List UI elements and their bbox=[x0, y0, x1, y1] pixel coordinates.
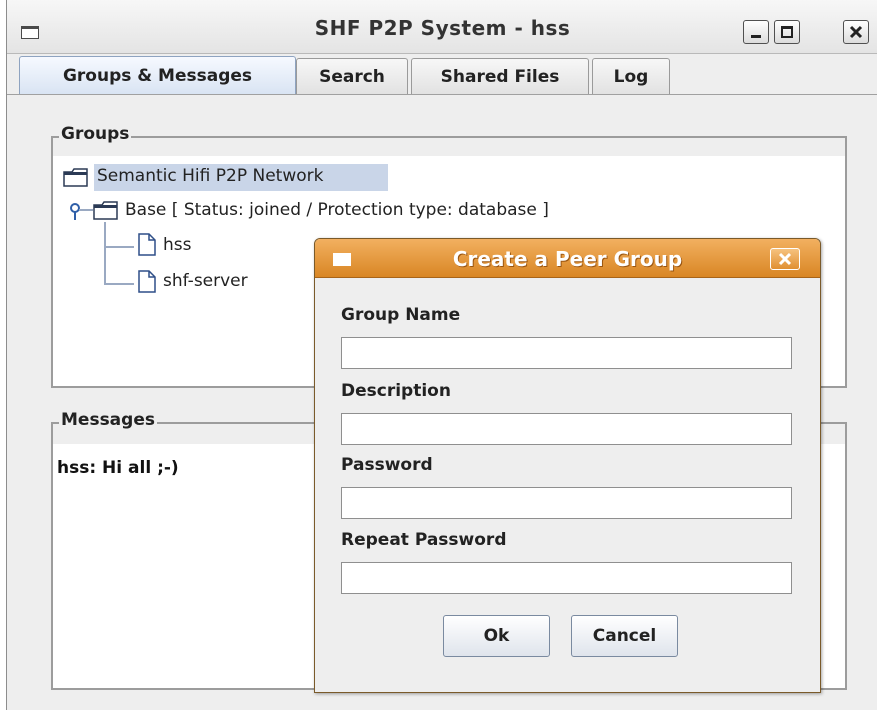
group-name-label: Group Name bbox=[341, 305, 461, 325]
tree-item-root-label: Semantic Hifi P2P Network bbox=[97, 166, 324, 186]
create-peer-group-dialog: Create a Peer Group Group Name Descripti… bbox=[314, 238, 821, 693]
file-icon bbox=[138, 270, 156, 293]
tree-connector bbox=[104, 222, 106, 284]
tab-search[interactable]: Search bbox=[296, 58, 408, 94]
close-icon bbox=[778, 252, 792, 266]
description-input[interactable] bbox=[341, 413, 792, 445]
tree-connector bbox=[104, 283, 134, 285]
tab-groups-messages[interactable]: Groups & Messages bbox=[19, 56, 296, 94]
folder-icon bbox=[63, 168, 88, 187]
tree-item-shf-server-label: shf-server bbox=[163, 271, 248, 291]
minimize-icon bbox=[751, 35, 761, 38]
messages-panel-title: Messages bbox=[59, 410, 157, 430]
tree-item-base-label: Base [ Status: joined / Protection type:… bbox=[125, 200, 549, 220]
message-item: hss: Hi all ;-) bbox=[57, 458, 179, 478]
maximize-button[interactable] bbox=[774, 20, 800, 44]
tab-strip-divider bbox=[7, 94, 877, 95]
tab-log[interactable]: Log bbox=[592, 58, 670, 94]
password-label: Password bbox=[341, 455, 433, 475]
password-input[interactable] bbox=[341, 487, 792, 519]
close-button[interactable] bbox=[843, 20, 869, 44]
groups-panel-title: Groups bbox=[59, 124, 132, 144]
minimize-button[interactable] bbox=[743, 20, 769, 44]
repeat-password-label: Repeat Password bbox=[341, 530, 507, 550]
folder-icon bbox=[93, 201, 118, 220]
tree-expand-handle-icon[interactable] bbox=[69, 200, 95, 224]
dialog-title: Create a Peer Group bbox=[452, 247, 683, 271]
maximize-icon bbox=[781, 26, 793, 38]
title-bar[interactable]: SHF P2P System - hss bbox=[7, 0, 877, 54]
description-label: Description bbox=[341, 381, 451, 401]
close-icon bbox=[849, 25, 863, 39]
tree-connector bbox=[104, 246, 134, 248]
tree-item-hss-label: hss bbox=[163, 235, 192, 255]
dialog-close-button[interactable] bbox=[770, 248, 800, 270]
ok-button[interactable]: Ok bbox=[443, 615, 550, 657]
cancel-button[interactable]: Cancel bbox=[571, 615, 678, 657]
file-icon bbox=[138, 233, 156, 256]
dialog-title-bar[interactable]: Create a Peer Group bbox=[315, 239, 820, 278]
group-name-input[interactable] bbox=[341, 337, 792, 369]
tab-shared-files[interactable]: Shared Files bbox=[411, 58, 589, 94]
repeat-password-input[interactable] bbox=[341, 562, 792, 594]
